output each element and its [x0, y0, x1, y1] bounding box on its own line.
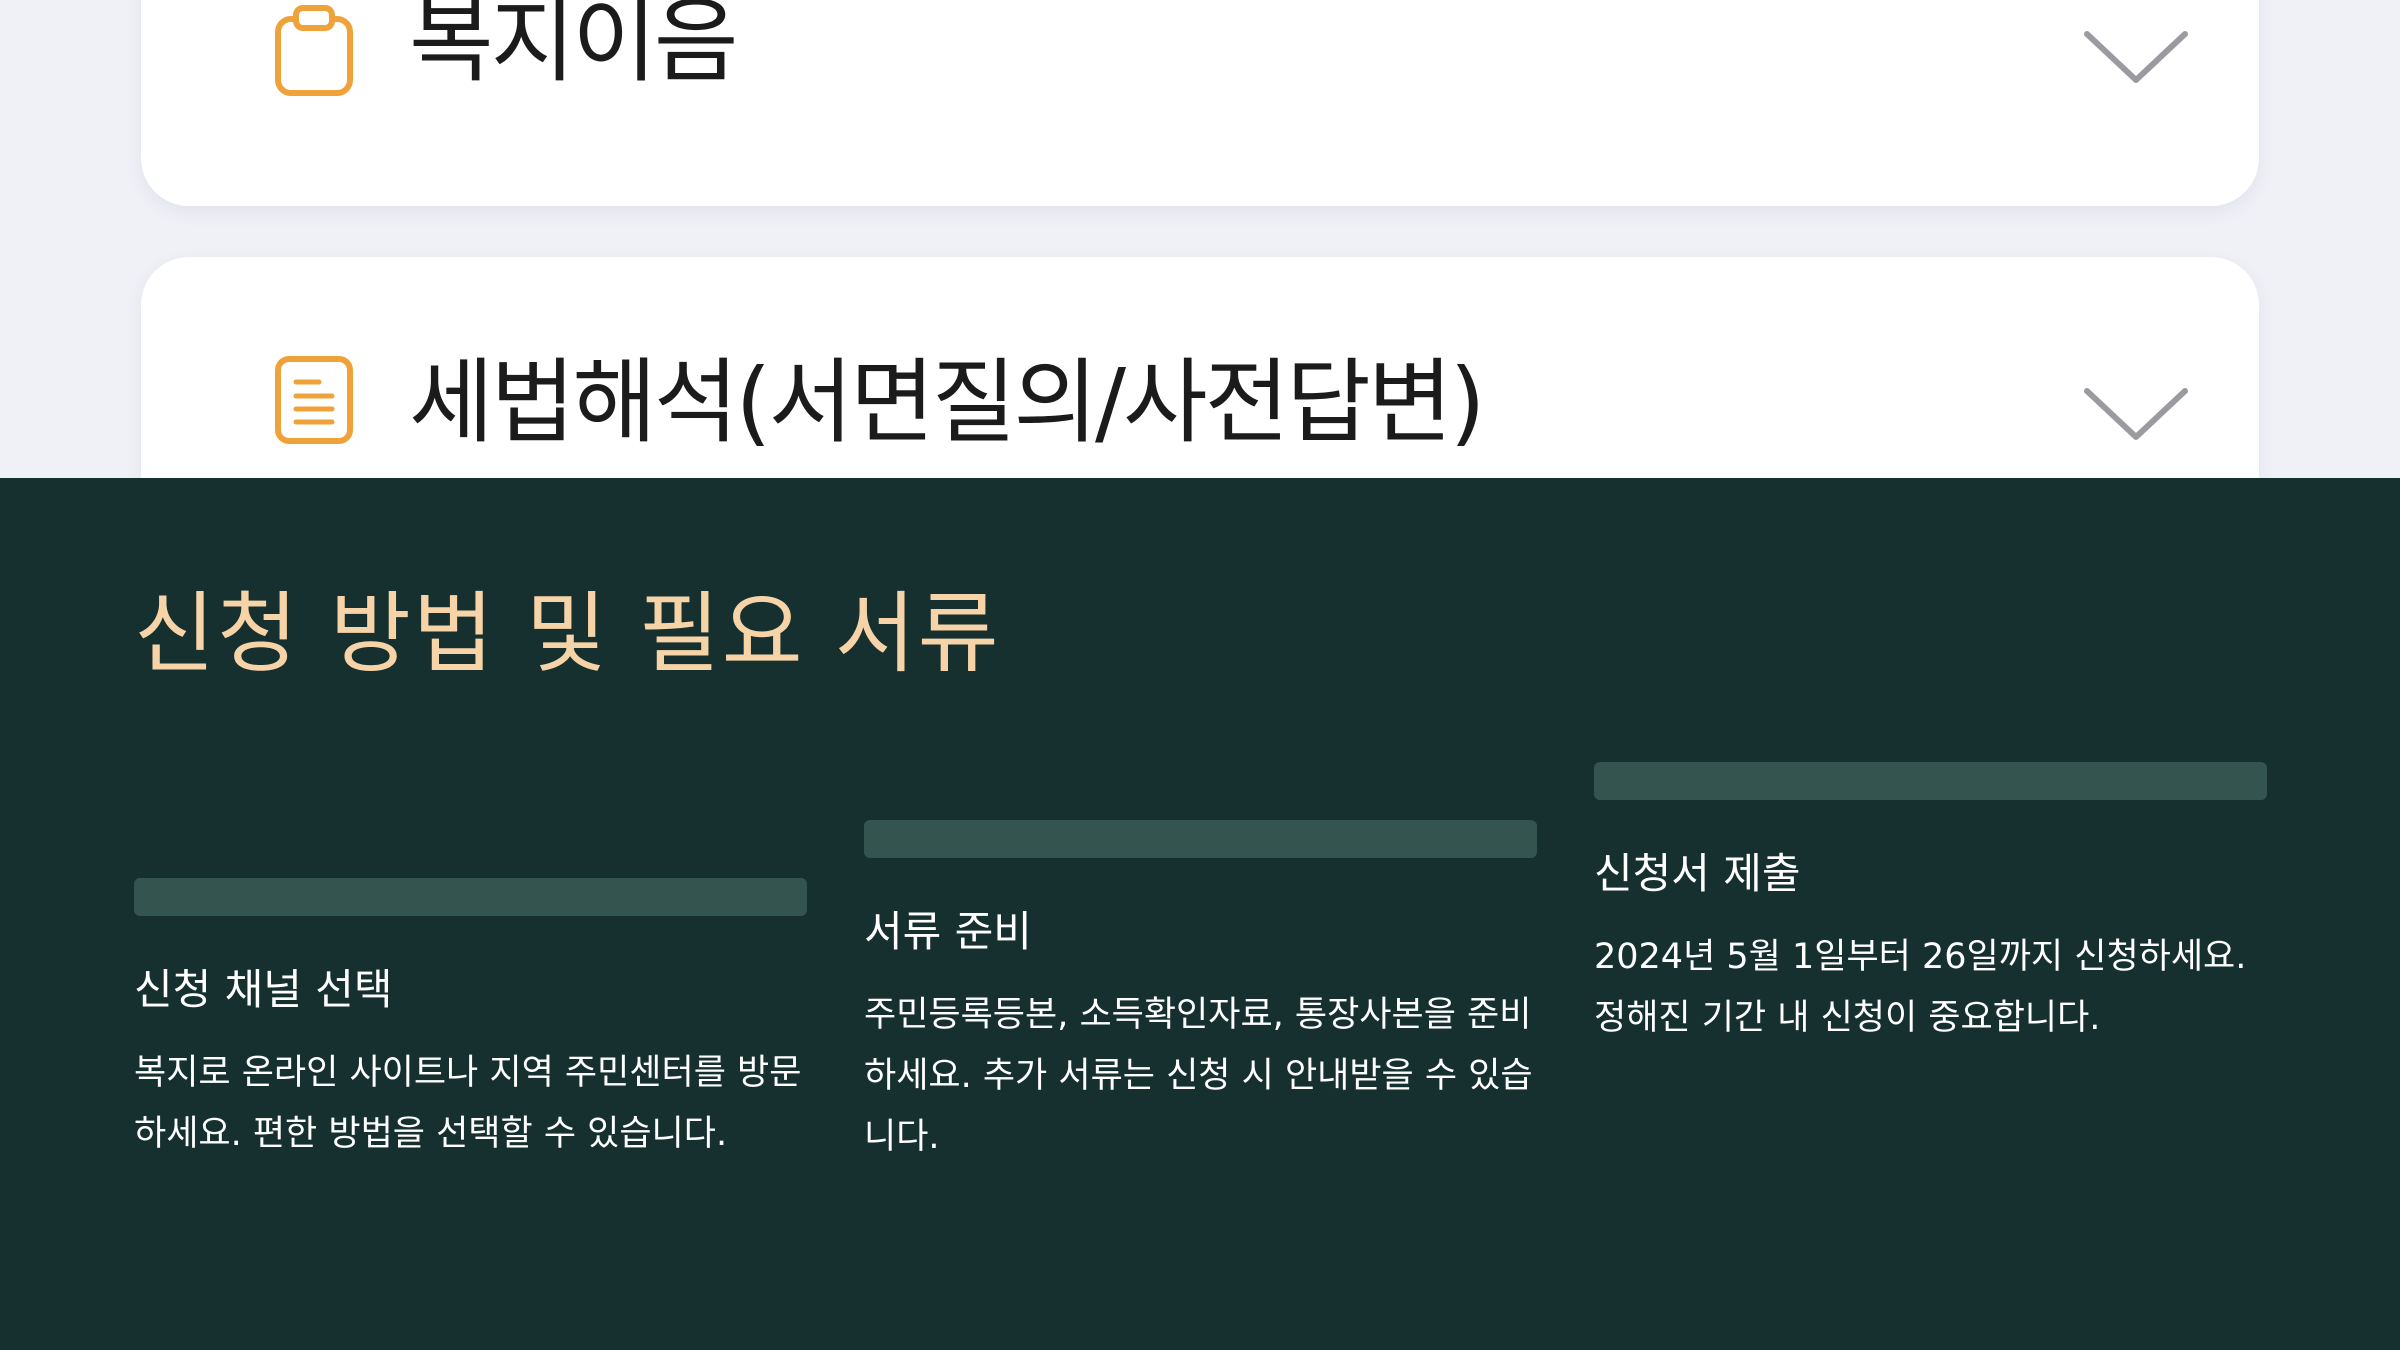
chevron-down-icon[interactable] — [2081, 28, 2191, 88]
accordion-area: 복지이음 세법해석(서면질의/사전답변) — [0, 0, 2400, 478]
step-bar — [134, 878, 807, 916]
step-title: 서류 준비 — [864, 907, 1032, 956]
step-card-prepare-documents: 서류 준비 주민등록등본, 소득확인자료, 통장사본을 준비하세요. 추가 서류… — [864, 820, 1537, 1168]
step-bar — [864, 820, 1537, 858]
accordion-item-title: 세법해석(서면질의/사전답변) — [409, 349, 1485, 456]
step-card-select-channel: 신청 채널 선택 복지로 온라인 사이트나 지역 주민센터를 방문하세요. 편한… — [134, 878, 807, 1165]
clipboard-icon — [269, 2, 359, 98]
step-description: 복지로 온라인 사이트나 지역 주민센터를 방문하세요. 편한 방법을 선택할 … — [134, 1053, 802, 1155]
accordion-item-bokji-ieum[interactable]: 복지이음 — [141, 0, 2259, 206]
accordion-item-title: 복지이음 — [409, 0, 739, 95]
step-card-submit-application: 신청서 제출 2024년 5월 1일부터 26일까지 신청하세요. 정해진 기간… — [1594, 762, 2267, 1049]
step-bar — [1594, 762, 2267, 800]
step-title: 신청 채널 선택 — [134, 965, 393, 1014]
document-icon — [269, 351, 359, 447]
section-title: 신청 방법 및 필요 서류 — [134, 582, 1001, 685]
step-title: 신청서 제출 — [1594, 849, 1801, 898]
step-description: 주민등록등본, 소득확인자료, 통장사본을 준비하세요. 추가 서류는 신청 시… — [864, 995, 1533, 1158]
step-description: 2024년 5월 1일부터 26일까지 신청하세요. 정해진 기간 내 신청이 … — [1594, 937, 2247, 1039]
chevron-down-icon[interactable] — [2081, 385, 2191, 445]
application-guide-section: 신청 방법 및 필요 서류 신청 채널 선택 복지로 온라인 사이트나 지역 주… — [0, 478, 2400, 1350]
accordion-item-tax-interpretation[interactable]: 세법해석(서면질의/사전답변) — [141, 257, 2259, 478]
